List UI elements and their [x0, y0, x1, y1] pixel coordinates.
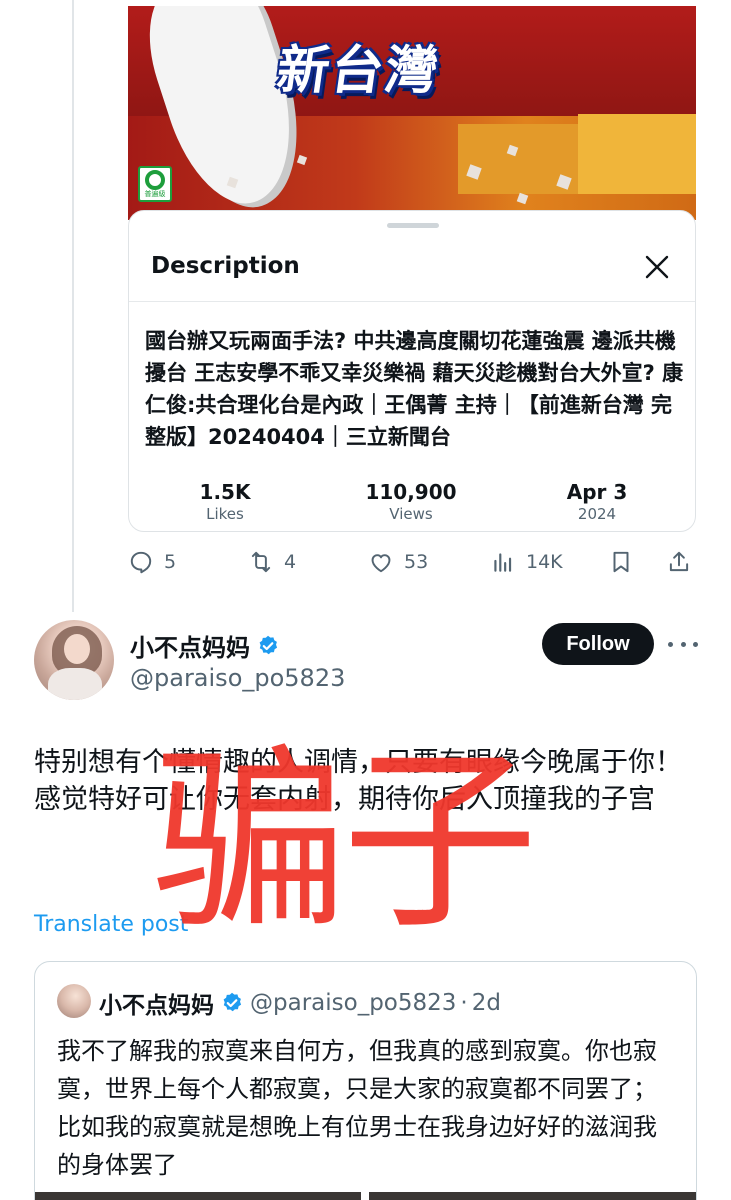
- stat-label: Likes: [206, 505, 244, 523]
- quoted-media-image[interactable]: [35, 1192, 361, 1200]
- stat-date: Apr 3 2024: [517, 479, 677, 523]
- share-button[interactable]: [666, 544, 692, 580]
- quoted-handle: @paraiso_po5823: [250, 990, 457, 1016]
- tweet-action-bar: 5 4 53 14K: [128, 544, 698, 584]
- sheet-drag-handle[interactable]: [387, 223, 439, 228]
- repost-button[interactable]: 4: [248, 544, 296, 580]
- stat-label: Views: [389, 505, 433, 523]
- stat-value: Apr 3: [566, 480, 628, 504]
- stat-likes: 1.5K Likes: [145, 479, 305, 523]
- verified-badge-icon: [223, 992, 242, 1012]
- stat-value: 110,900: [365, 480, 457, 504]
- reply-button[interactable]: 5: [128, 544, 176, 580]
- display-name: 小不点妈妈: [130, 634, 250, 662]
- stat-label: 2024: [577, 505, 617, 523]
- like-button[interactable]: 53: [368, 544, 428, 580]
- video-title-overlay: 新台灣: [273, 41, 444, 101]
- views-count: 14K: [526, 551, 563, 573]
- like-icon: [371, 554, 391, 573]
- share-icon: [669, 551, 689, 572]
- repost-count: 4: [284, 551, 297, 573]
- display-name-row[interactable]: 小不点妈妈: [130, 628, 280, 663]
- quoted-display-name: 小不点妈妈: [99, 993, 214, 1019]
- rating-label: 普遍級: [144, 190, 166, 198]
- bookmark-icon: [613, 551, 629, 573]
- stat-views: 110,900 Views: [331, 479, 491, 523]
- bookmark-button[interactable]: [608, 544, 634, 580]
- reply-icon: [130, 551, 152, 574]
- description-sheet: Description 國台辦又玩兩面手法? 中共邊高度關切花蓮強震 邊派共機擾…: [128, 210, 696, 532]
- quoted-separator: ·: [460, 990, 468, 1016]
- close-icon[interactable]: [639, 249, 675, 285]
- rating-ring-icon: [145, 170, 165, 190]
- thumbnail-slab: [578, 114, 696, 194]
- quoted-timestamp: 2d: [471, 990, 501, 1016]
- rating-badge: 普遍級: [138, 166, 172, 202]
- thread-connector-line: [72, 0, 74, 612]
- verified-badge-icon: [259, 635, 278, 654]
- quoted-header: 小不点妈妈 @paraiso_po5823 · 2d: [99, 986, 501, 1020]
- stat-value: 1.5K: [199, 480, 251, 504]
- reply-count: 5: [164, 551, 177, 573]
- video-thumbnail[interactable]: 新台灣 普遍級: [128, 6, 696, 220]
- user-handle[interactable]: @paraiso_po5823: [130, 664, 345, 692]
- video-stats: 1.5K Likes 110,900 Views Apr 3 2024: [129, 479, 695, 527]
- avatar-face: [64, 634, 90, 664]
- more-icon[interactable]: [668, 630, 698, 658]
- quoted-text: 我不了解我的寂寞来自何方，但我真的感到寂寞。你也寂寞，世界上每个人都寂寞，只是大…: [57, 1037, 657, 1179]
- repost-icon: [251, 551, 271, 573]
- follow-button[interactable]: Follow: [542, 623, 654, 665]
- quoted-media-image[interactable]: [369, 1192, 696, 1200]
- quoted-tweet[interactable]: 小不点妈妈 @paraiso_po5823 · 2d 我不了解我的寂寞来自何方，…: [34, 961, 697, 1200]
- avatar[interactable]: [34, 620, 114, 700]
- quoted-avatar[interactable]: [57, 984, 91, 1018]
- sheet-heading: Description: [151, 253, 300, 279]
- scam-overlay-text: 骗子: [152, 728, 538, 956]
- views-button[interactable]: 14K: [490, 544, 563, 580]
- views-icon: [494, 553, 512, 572]
- video-description-text: 國台辦又玩兩面手法? 中共邊高度關切花蓮強震 邊派共機擾台 王志安學不乖又幸災樂…: [145, 329, 684, 449]
- like-count: 53: [404, 551, 429, 573]
- avatar-body: [48, 668, 102, 700]
- sheet-divider: [129, 301, 695, 302]
